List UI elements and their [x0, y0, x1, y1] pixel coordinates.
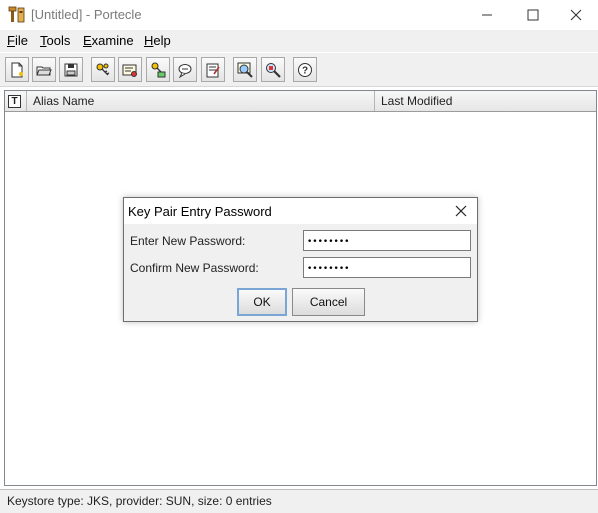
table-header: T Alias Name Last Modified: [5, 91, 596, 112]
key-pair-entry-password-dialog: Key Pair Entry Password Enter New Passwo…: [123, 197, 478, 322]
column-header-last-modified[interactable]: Last Modified: [375, 91, 596, 111]
generate-key-pair-button[interactable]: [91, 57, 115, 82]
open-keystore-button[interactable]: [32, 57, 56, 82]
confirm-password-label: Confirm New Password:: [130, 261, 259, 275]
examine-csr-icon: [266, 62, 281, 78]
dialog-titlebar: Key Pair Entry Password: [124, 198, 477, 224]
new-keystore-button[interactable]: [5, 57, 29, 82]
dialog-title: Key Pair Entry Password: [128, 204, 272, 219]
import-key-pair-icon: [151, 62, 166, 77]
menu-examine[interactable]: Examine: [83, 33, 134, 48]
menu-file[interactable]: File: [7, 33, 28, 48]
help-icon: ?: [298, 62, 312, 77]
minimize-button[interactable]: [464, 0, 510, 30]
column-header-type[interactable]: T: [5, 91, 27, 111]
import-trusted-certificate-icon: [122, 64, 137, 77]
enter-new-password-field[interactable]: [303, 230, 471, 251]
close-icon: [455, 205, 467, 217]
help-button[interactable]: ?: [293, 57, 317, 82]
menu-help[interactable]: Help: [144, 33, 171, 48]
save-keystore-icon: [64, 63, 78, 76]
generate-key-pair-icon: [96, 63, 110, 75]
enter-password-label: Enter New Password:: [130, 234, 246, 248]
new-keystore-icon: [11, 62, 23, 77]
save-keystore-button[interactable]: [59, 57, 83, 82]
close-icon: [570, 9, 582, 21]
window-title: [Untitled] - Portecle: [31, 7, 142, 22]
svg-text:?: ?: [302, 65, 308, 76]
status-text: Keystore type: JKS, provider: SUN, size:…: [7, 494, 272, 508]
maximize-button[interactable]: [510, 0, 556, 30]
import-trusted-certificate-button[interactable]: [118, 57, 142, 82]
set-keystore-password-icon: [178, 63, 192, 78]
minimize-icon: [482, 14, 492, 16]
examine-certificate-icon: [237, 62, 253, 78]
examine-certificate-button[interactable]: [233, 57, 257, 82]
window-titlebar: [Untitled] - Portecle: [0, 0, 598, 30]
ok-button[interactable]: OK: [237, 288, 287, 316]
open-keystore-icon: [36, 66, 52, 75]
keystore-report-icon: [206, 63, 220, 77]
portecle-app-icon: [8, 6, 26, 24]
entry-type-icon: T: [8, 95, 21, 108]
menubar: File Tools Examine Help: [0, 30, 598, 52]
import-key-pair-button[interactable]: [146, 57, 170, 82]
toolbar: ?: [0, 53, 598, 87]
column-header-alias-name[interactable]: Alias Name: [27, 91, 375, 111]
confirm-new-password-field[interactable]: [303, 257, 471, 278]
dialog-close-button[interactable]: [451, 202, 471, 220]
cancel-button[interactable]: Cancel: [292, 288, 365, 316]
examine-csr-button[interactable]: [261, 57, 285, 82]
menu-tools[interactable]: Tools: [40, 33, 70, 48]
status-bar: Keystore type: JKS, provider: SUN, size:…: [0, 489, 598, 513]
maximize-icon: [527, 9, 539, 21]
close-window-button[interactable]: [553, 0, 598, 30]
set-keystore-password-button[interactable]: [173, 57, 197, 82]
keystore-report-button[interactable]: [201, 57, 225, 82]
